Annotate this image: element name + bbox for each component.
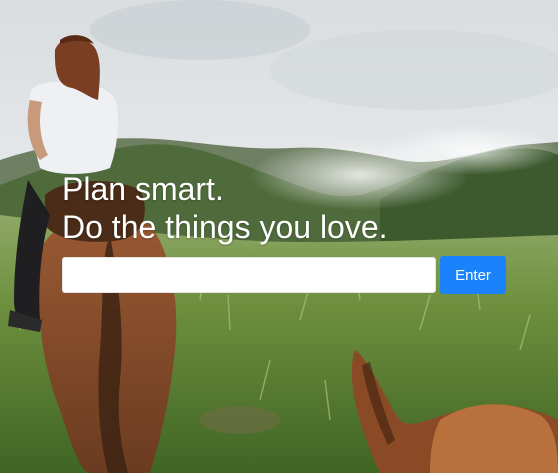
headline-line-2: Do the things you love. (62, 209, 388, 245)
hero-headline: Plan smart. Do the things you love. (62, 170, 388, 246)
headline-line-1: Plan smart. (62, 171, 224, 207)
email-input[interactable] (62, 257, 436, 293)
enter-button[interactable]: Enter (440, 256, 506, 294)
hero-section: Plan smart. Do the things you love. Ente… (0, 0, 558, 473)
signup-form: Enter (62, 256, 506, 294)
